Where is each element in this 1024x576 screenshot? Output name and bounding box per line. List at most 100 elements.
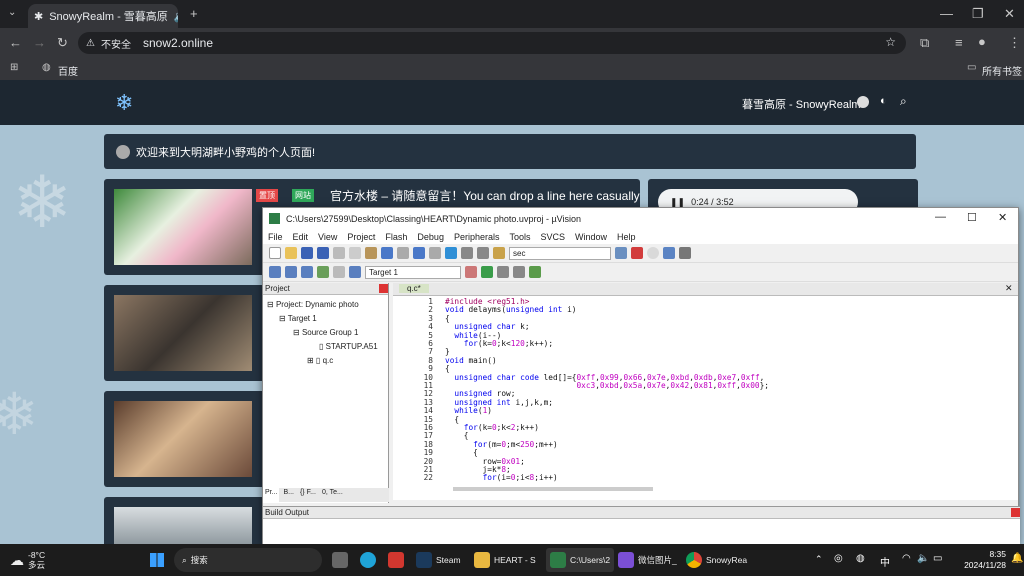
- tree-target[interactable]: ⊟ Target 1: [279, 312, 317, 326]
- target-select[interactable]: Target 1: [365, 265, 461, 279]
- find-input[interactable]: sec: [509, 246, 611, 260]
- redo-icon[interactable]: [397, 247, 409, 259]
- save-icon[interactable]: [301, 247, 313, 259]
- menu-window[interactable]: Window: [575, 232, 607, 242]
- new-file-icon[interactable]: [269, 247, 281, 259]
- media-icon[interactable]: ≡: [955, 36, 963, 49]
- menu-svcs[interactable]: SVCS: [541, 232, 566, 242]
- taskbar-app-uvision[interactable]: C:\Users\2: [546, 548, 615, 572]
- rebuild-icon[interactable]: [301, 266, 313, 278]
- batch-build-icon[interactable]: [317, 266, 329, 278]
- run-time-env-icon[interactable]: [513, 266, 525, 278]
- tab-list-icon[interactable]: ⌄: [8, 8, 16, 18]
- user-avatar[interactable]: [857, 96, 869, 108]
- pause-icon[interactable]: ❚❚: [670, 197, 685, 208]
- tab-books[interactable]: B...: [281, 488, 296, 502]
- editor-tab-qc[interactable]: q.c*: [399, 284, 429, 293]
- undo-icon[interactable]: [381, 247, 393, 259]
- forward-icon[interactable]: →: [33, 36, 46, 49]
- taskbar-app-chrome[interactable]: SnowyRea: [686, 548, 747, 572]
- post-thumbnail[interactable]: [114, 507, 252, 544]
- bookmark-star-icon[interactable]: ☆: [885, 35, 896, 49]
- translate-icon[interactable]: [269, 266, 281, 278]
- task-view-icon[interactable]: [332, 552, 348, 568]
- code-line[interactable]: for(i=0;i<8;i++): [445, 473, 558, 482]
- tray-app-icon[interactable]: ◍: [856, 553, 865, 564]
- restore-window-icon[interactable]: ❐: [972, 7, 984, 20]
- editor-close-icon[interactable]: ✕: [1005, 283, 1013, 294]
- find-in-files-icon[interactable]: [493, 247, 505, 259]
- site-search-icon[interactable]: ⌕: [900, 94, 907, 109]
- stop-build-icon[interactable]: [333, 266, 345, 278]
- battery-icon[interactable]: ▭: [933, 553, 942, 564]
- taskbar-search[interactable]: ⌕ 搜索: [174, 548, 322, 572]
- tray-expand-icon[interactable]: ⌃: [815, 554, 823, 565]
- code-line[interactable]: void main(): [445, 356, 497, 365]
- browser-tab[interactable]: ✱ SnowyRealm - 雪暮高原 🔈 ✕: [28, 4, 178, 28]
- download-icon[interactable]: [349, 266, 361, 278]
- find-icon[interactable]: [615, 247, 627, 259]
- tab-project[interactable]: Pr...: [263, 488, 280, 502]
- address-bar[interactable]: ⚠ 不安全 snow2.online ☆: [78, 32, 906, 54]
- menu-debug[interactable]: Debug: [417, 232, 444, 242]
- start-windows-icon[interactable]: [150, 553, 164, 567]
- profile-avatar-icon[interactable]: ●: [978, 35, 986, 48]
- manage-components-icon[interactable]: [481, 266, 493, 278]
- code-area[interactable]: 1 #include <reg51.h> 2 void delayms(unsigne…: [395, 298, 1007, 483]
- menu-peripherals[interactable]: Peripherals: [454, 232, 500, 242]
- site-brand[interactable]: 暮雪高原 - SnowyRealm: [742, 96, 861, 112]
- site-logo-snowflake-icon[interactable]: ❄: [115, 90, 133, 116]
- select-packs-icon[interactable]: [497, 266, 509, 278]
- security-label[interactable]: 不安全: [101, 36, 131, 51]
- close-window-icon[interactable]: ✕: [1004, 7, 1015, 20]
- tree-project[interactable]: ⊟ Project: Dynamic photo: [267, 298, 359, 312]
- tree-file-qc[interactable]: ⊞ ▯ q.c: [307, 354, 333, 368]
- extensions-icon[interactable]: ⧉: [920, 36, 929, 49]
- unindent-icon[interactable]: [477, 247, 489, 259]
- taskbar-app-photos[interactable]: 微信图片_: [618, 548, 677, 572]
- menu-flash[interactable]: Flash: [385, 232, 407, 242]
- menu-edit[interactable]: Edit: [293, 232, 309, 242]
- tab-functions[interactable]: {} F...: [298, 488, 318, 502]
- weather-widget[interactable]: ☁ -8°C 多云: [10, 548, 45, 572]
- wps-icon[interactable]: [388, 552, 404, 568]
- new-tab-icon[interactable]: +: [190, 7, 198, 20]
- tray-app-icon[interactable]: ◎: [834, 553, 843, 564]
- all-bookmarks-label[interactable]: 所有书签: [982, 63, 1022, 78]
- tab-templates[interactable]: 0, Te...: [320, 488, 345, 502]
- audio-icon[interactable]: 🔈: [174, 10, 178, 23]
- build-icon[interactable]: [285, 266, 297, 278]
- configure-icon[interactable]: [679, 247, 691, 259]
- post-thumbnail[interactable]: [114, 189, 252, 265]
- edge-icon[interactable]: [360, 552, 376, 568]
- pane-close-icon[interactable]: [379, 284, 388, 293]
- bookmark-icon[interactable]: [445, 247, 457, 259]
- cut-icon[interactable]: [333, 247, 345, 259]
- menu-icon[interactable]: ⋮: [1008, 36, 1021, 49]
- menu-view[interactable]: View: [318, 232, 337, 242]
- indent-icon[interactable]: [461, 247, 473, 259]
- post-title[interactable]: 官方水楼 – 请随意留言！You can drop a line here ca…: [330, 187, 640, 204]
- minimize-window-icon[interactable]: —: [940, 7, 953, 20]
- bookmark-baidu[interactable]: 百度: [58, 63, 78, 78]
- menu-tools[interactable]: Tools: [509, 232, 530, 242]
- notification-bell-icon[interactable]: 🔔: [1011, 553, 1023, 564]
- nav-back-icon[interactable]: [413, 247, 425, 259]
- horizontal-scrollbar[interactable]: [453, 487, 653, 491]
- code-line[interactable]: void delayms(unsigned int i): [445, 305, 576, 314]
- nav-forward-icon[interactable]: [429, 247, 441, 259]
- target-options-icon[interactable]: [465, 266, 477, 278]
- post-thumbnail[interactable]: [114, 295, 252, 371]
- clock[interactable]: 8:35 2024/11/28: [950, 549, 1006, 571]
- window-layout-icon[interactable]: [663, 247, 675, 259]
- post-thumbnail[interactable]: [114, 401, 252, 477]
- tree-source-group[interactable]: ⊟ Source Group 1: [293, 326, 358, 340]
- ime-indicator[interactable]: 中: [880, 554, 890, 569]
- uvision-minimize-icon[interactable]: —: [935, 211, 946, 223]
- uvision-maximize-icon[interactable]: ☐: [967, 211, 977, 224]
- tree-file-startup[interactable]: ▯ STARTUP.A51: [319, 340, 378, 354]
- paste-icon[interactable]: [365, 247, 377, 259]
- back-icon[interactable]: ←: [9, 36, 22, 49]
- volume-icon[interactable]: 🔈: [917, 553, 929, 564]
- url-text[interactable]: snow2.online: [143, 36, 213, 50]
